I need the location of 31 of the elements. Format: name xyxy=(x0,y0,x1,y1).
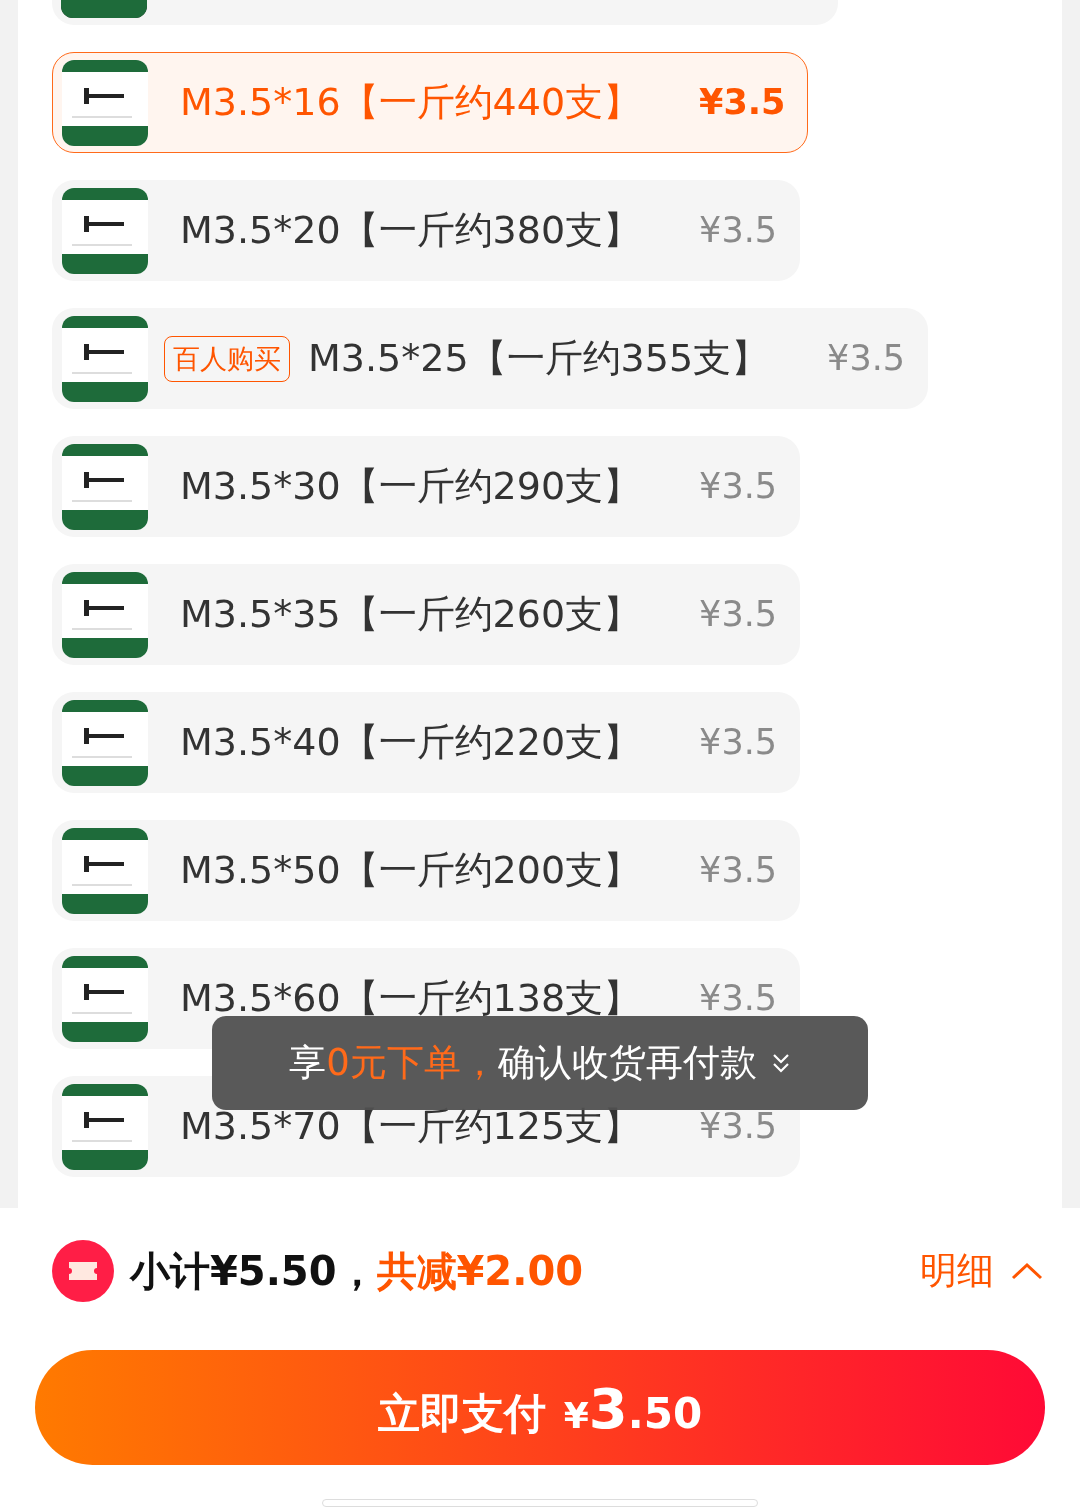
option-label: M3.5*30【一斤约290支】 xyxy=(180,463,642,510)
option-label: M3.5*35【一斤约260支】 xyxy=(180,591,642,638)
option-price: ¥3.5 xyxy=(699,85,786,120)
option-price: ¥3.5 xyxy=(699,981,778,1016)
option-label: M3.5*70【一斤约125支】 xyxy=(180,1103,642,1150)
option-label: M3.5*40【一斤约220支】 xyxy=(180,719,642,766)
coupon-icon xyxy=(52,1240,114,1302)
option-label: M3.5*16【一斤约440支】 xyxy=(180,79,642,126)
option-price: ¥3.5 xyxy=(699,597,778,632)
option-label: M3.5*20【一斤约380支】 xyxy=(180,207,642,254)
option-label: M3.5*50【一斤约200支】 xyxy=(180,847,642,894)
option-card[interactable]: M3.5*30【一斤约290支】 ¥3.5 xyxy=(52,436,801,537)
option-price: ¥3.5 xyxy=(699,853,778,888)
option-price: ¥3.5 xyxy=(699,1109,778,1144)
option-card[interactable]: M3.5*35【一斤约260支】 ¥3.5 xyxy=(52,564,801,665)
pay-button[interactable]: 立即支付 ¥3.50 xyxy=(35,1350,1045,1465)
option-price: ¥3.5 xyxy=(699,469,778,504)
option-label: M3.5*60【一斤约138支】 xyxy=(180,975,642,1022)
option-price: ¥3.5 xyxy=(699,213,778,248)
subtotal-text: 小计¥5.50， xyxy=(130,1246,377,1296)
option-price: ¥3.5 xyxy=(699,725,778,760)
option-card[interactable]: M3.5*40【一斤约220支】 ¥3.5 xyxy=(52,692,801,793)
discount-text: 共减¥2.00 xyxy=(376,1246,584,1296)
option-card[interactable]: 百人购买 M3.5*25【一斤约355支】 ¥3.5 xyxy=(52,308,929,409)
option-price: ¥3.5 xyxy=(827,341,906,376)
badge: 百人购买 xyxy=(164,335,290,382)
option-card[interactable]: M3.5*50【一斤约200支】 ¥3.5 xyxy=(52,820,801,921)
chevron-up-icon xyxy=(1010,1261,1044,1281)
option-card[interactable]: M3.5*20【一斤约380支】 ¥3.5 xyxy=(52,180,801,281)
double-chevron-icon xyxy=(770,1051,791,1075)
option-label: M3.5*25【一斤约355支】 xyxy=(308,335,770,382)
